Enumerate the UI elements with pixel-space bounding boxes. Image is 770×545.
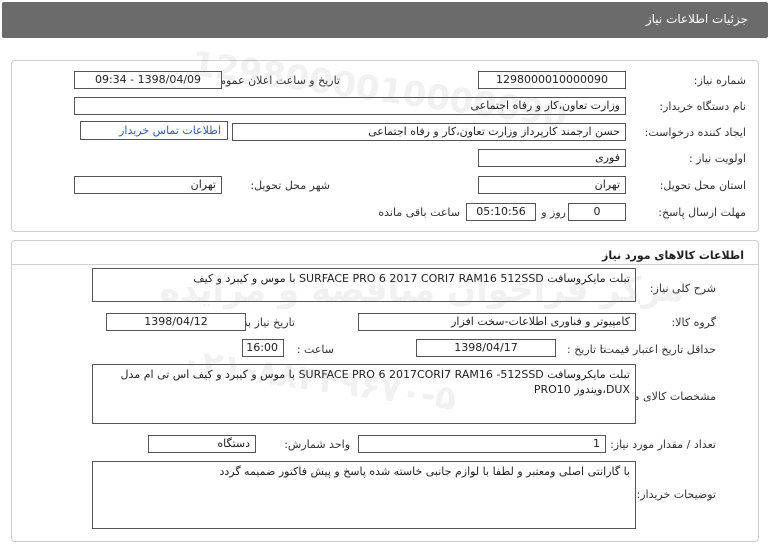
page-header: جزئیات اطلاعات نیاز [2, 2, 768, 38]
quantity-field[interactable]: 1 [358, 435, 606, 453]
remaining-days-field[interactable]: 0 [568, 203, 626, 221]
buyer-contact-link[interactable]: اطلاعات تماس خریدار [80, 121, 228, 140]
general-description-field[interactable]: تبلت مایکروسافت SURFACE PRO 6 2017 CORI7… [92, 268, 636, 302]
priority-label: اولویت نیاز : [688, 152, 746, 165]
requester-field[interactable]: حسن ارجمند کارپرداز وزارت تعاون،کار و رف… [232, 123, 626, 141]
days-suffix: روز و [541, 206, 566, 219]
buyer-notes-label: توضیحات خریدار: [636, 488, 717, 501]
section-divider [12, 264, 758, 265]
delivery-province-label: استان محل تحویل: [659, 179, 746, 192]
time-remaining-suffix: ساعت باقی مانده [378, 206, 460, 219]
remaining-time-field[interactable]: 05:10:56 [466, 203, 536, 221]
hour-field[interactable]: 16:00 [242, 339, 284, 357]
response-deadline-label: مهلت ارسال پاسخ: [658, 206, 746, 219]
until-date-label: تا تاریخ : [567, 343, 606, 356]
goods-section-title: اطلاعات کالاهای مورد نیاز [602, 249, 744, 262]
price-validity-label: حداقل تاریخ اعتبار قیمت: [600, 343, 716, 356]
buyer-org-label: نام دستگاه خریدار: [659, 100, 746, 113]
need-number-field[interactable]: 1298000010000090 [478, 71, 626, 89]
requester-label: ایجاد کننده درخواست: [644, 126, 746, 139]
priority-field[interactable]: فوری [478, 149, 626, 167]
announce-datetime-field[interactable]: 1398/04/09 - 09:34 [74, 71, 222, 89]
page-title: جزئیات اطلاعات نیاز [645, 12, 748, 26]
unit-label: واحد شمارش: [284, 438, 350, 451]
goods-group-field[interactable]: کامپیوتر و فناوری اطلاعات-سخت افزار [358, 313, 636, 331]
delivery-city-field[interactable]: تهران [74, 176, 222, 194]
quantity-label: تعداد / مقدار مورد نیاز: [610, 438, 716, 451]
buyer-contact-link-label: اطلاعات تماس خریدار [119, 124, 221, 137]
unit-field[interactable]: دستگاه [148, 435, 256, 453]
delivery-city-label: شهر محل تحویل: [250, 179, 330, 192]
goods-specs-field[interactable]: تبلت مایکروسافت SURFACE PRO 6 2017CORI7 … [92, 364, 636, 424]
general-description-label: شرح کلی نیاز: [649, 282, 716, 295]
until-date-field[interactable]: 1398/04/17 [416, 339, 556, 357]
announce-datetime-label: تاریخ و ساعت اعلان عمومی: [207, 74, 340, 87]
need-date-field[interactable]: 1398/04/12 [106, 313, 246, 331]
delivery-province-field[interactable]: تهران [478, 176, 626, 194]
buyer-notes-field[interactable]: با گارانتی اصلی ومعتبر و لطفا با لوازم ج… [92, 461, 636, 529]
hour-label: ساعت : [296, 343, 334, 356]
buyer-org-field[interactable]: وزارت تعاون،کار و رفاه اجتماعی [74, 97, 626, 115]
goods-group-label: گروه کالا: [671, 316, 716, 329]
need-number-label: شماره نیاز: [693, 74, 746, 87]
